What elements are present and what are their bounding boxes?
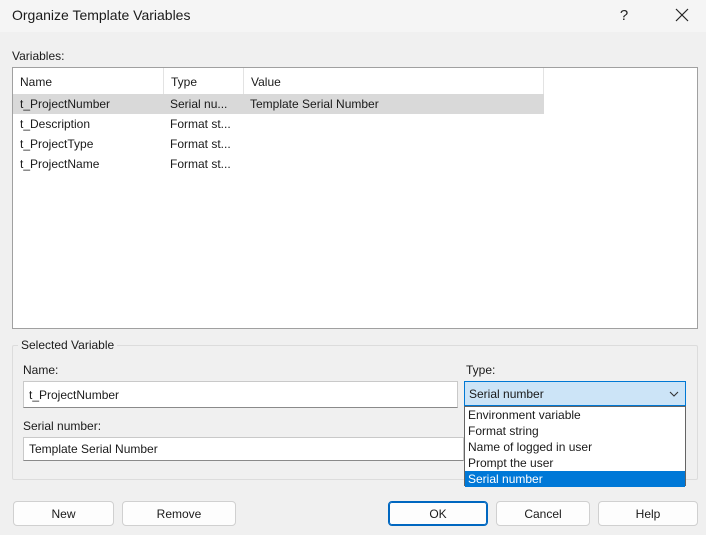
help-icon: ? — [619, 6, 629, 24]
row-type: Format st... — [170, 157, 231, 171]
type-dropdown-list: Environment variable Format string Name … — [464, 406, 686, 487]
row-name: t_ProjectName — [20, 157, 100, 171]
column-header-name[interactable]: Name — [13, 68, 164, 94]
row-name: t_ProjectType — [20, 137, 94, 151]
dropdown-option-prompt-the-user[interactable]: Prompt the user — [465, 455, 685, 471]
remove-button[interactable]: Remove — [122, 501, 236, 526]
serial-number-field[interactable]: Template Serial Number — [23, 437, 464, 461]
table-row[interactable]: t_Description Format st... — [13, 114, 544, 134]
name-label: Name: — [23, 363, 59, 377]
dropdown-option-format-string[interactable]: Format string — [465, 423, 685, 439]
dropdown-option-serial-number[interactable]: Serial number — [465, 471, 685, 487]
table-row[interactable]: t_ProjectNumber Serial nu... Template Se… — [13, 94, 544, 114]
column-header-type[interactable]: Type — [164, 68, 244, 94]
row-type: Format st... — [170, 117, 231, 131]
name-field[interactable]: t_ProjectNumber — [23, 381, 458, 408]
title-bar: Organize Template Variables ? — [0, 0, 706, 32]
dropdown-option-environment-variable[interactable]: Environment variable — [465, 407, 685, 423]
window-title: Organize Template Variables — [12, 7, 191, 23]
variables-label: Variables: — [12, 49, 65, 63]
table-row[interactable]: t_ProjectName Format st... — [13, 154, 544, 174]
new-button[interactable]: New — [13, 501, 114, 526]
help-title-button[interactable]: ? — [609, 0, 639, 30]
row-name: t_Description — [20, 117, 91, 131]
help-button[interactable]: Help — [598, 501, 698, 526]
type-select-value: Serial number — [469, 387, 544, 401]
serial-number-label: Serial number: — [23, 419, 102, 433]
ok-button[interactable]: OK — [388, 501, 488, 526]
type-label: Type: — [466, 363, 496, 377]
row-value: Template Serial Number — [250, 97, 379, 111]
table-row[interactable]: t_ProjectType Format st... — [13, 134, 544, 154]
row-type: Format st... — [170, 137, 231, 151]
column-header-value[interactable]: Value — [244, 68, 544, 94]
list-header: Name Type Value — [13, 68, 544, 94]
group-title: Selected Variable — [18, 338, 118, 352]
row-name: t_ProjectNumber — [20, 97, 111, 111]
close-icon — [675, 8, 689, 22]
chevron-down-icon — [669, 391, 679, 397]
close-button[interactable] — [660, 0, 704, 30]
variables-list[interactable]: Name Type Value t_ProjectNumber Serial n… — [12, 67, 698, 329]
row-type: Serial nu... — [170, 97, 228, 111]
dropdown-option-name-of-logged-in-user[interactable]: Name of logged in user — [465, 439, 685, 455]
cancel-button[interactable]: Cancel — [496, 501, 590, 526]
type-select[interactable]: Serial number — [464, 381, 686, 406]
